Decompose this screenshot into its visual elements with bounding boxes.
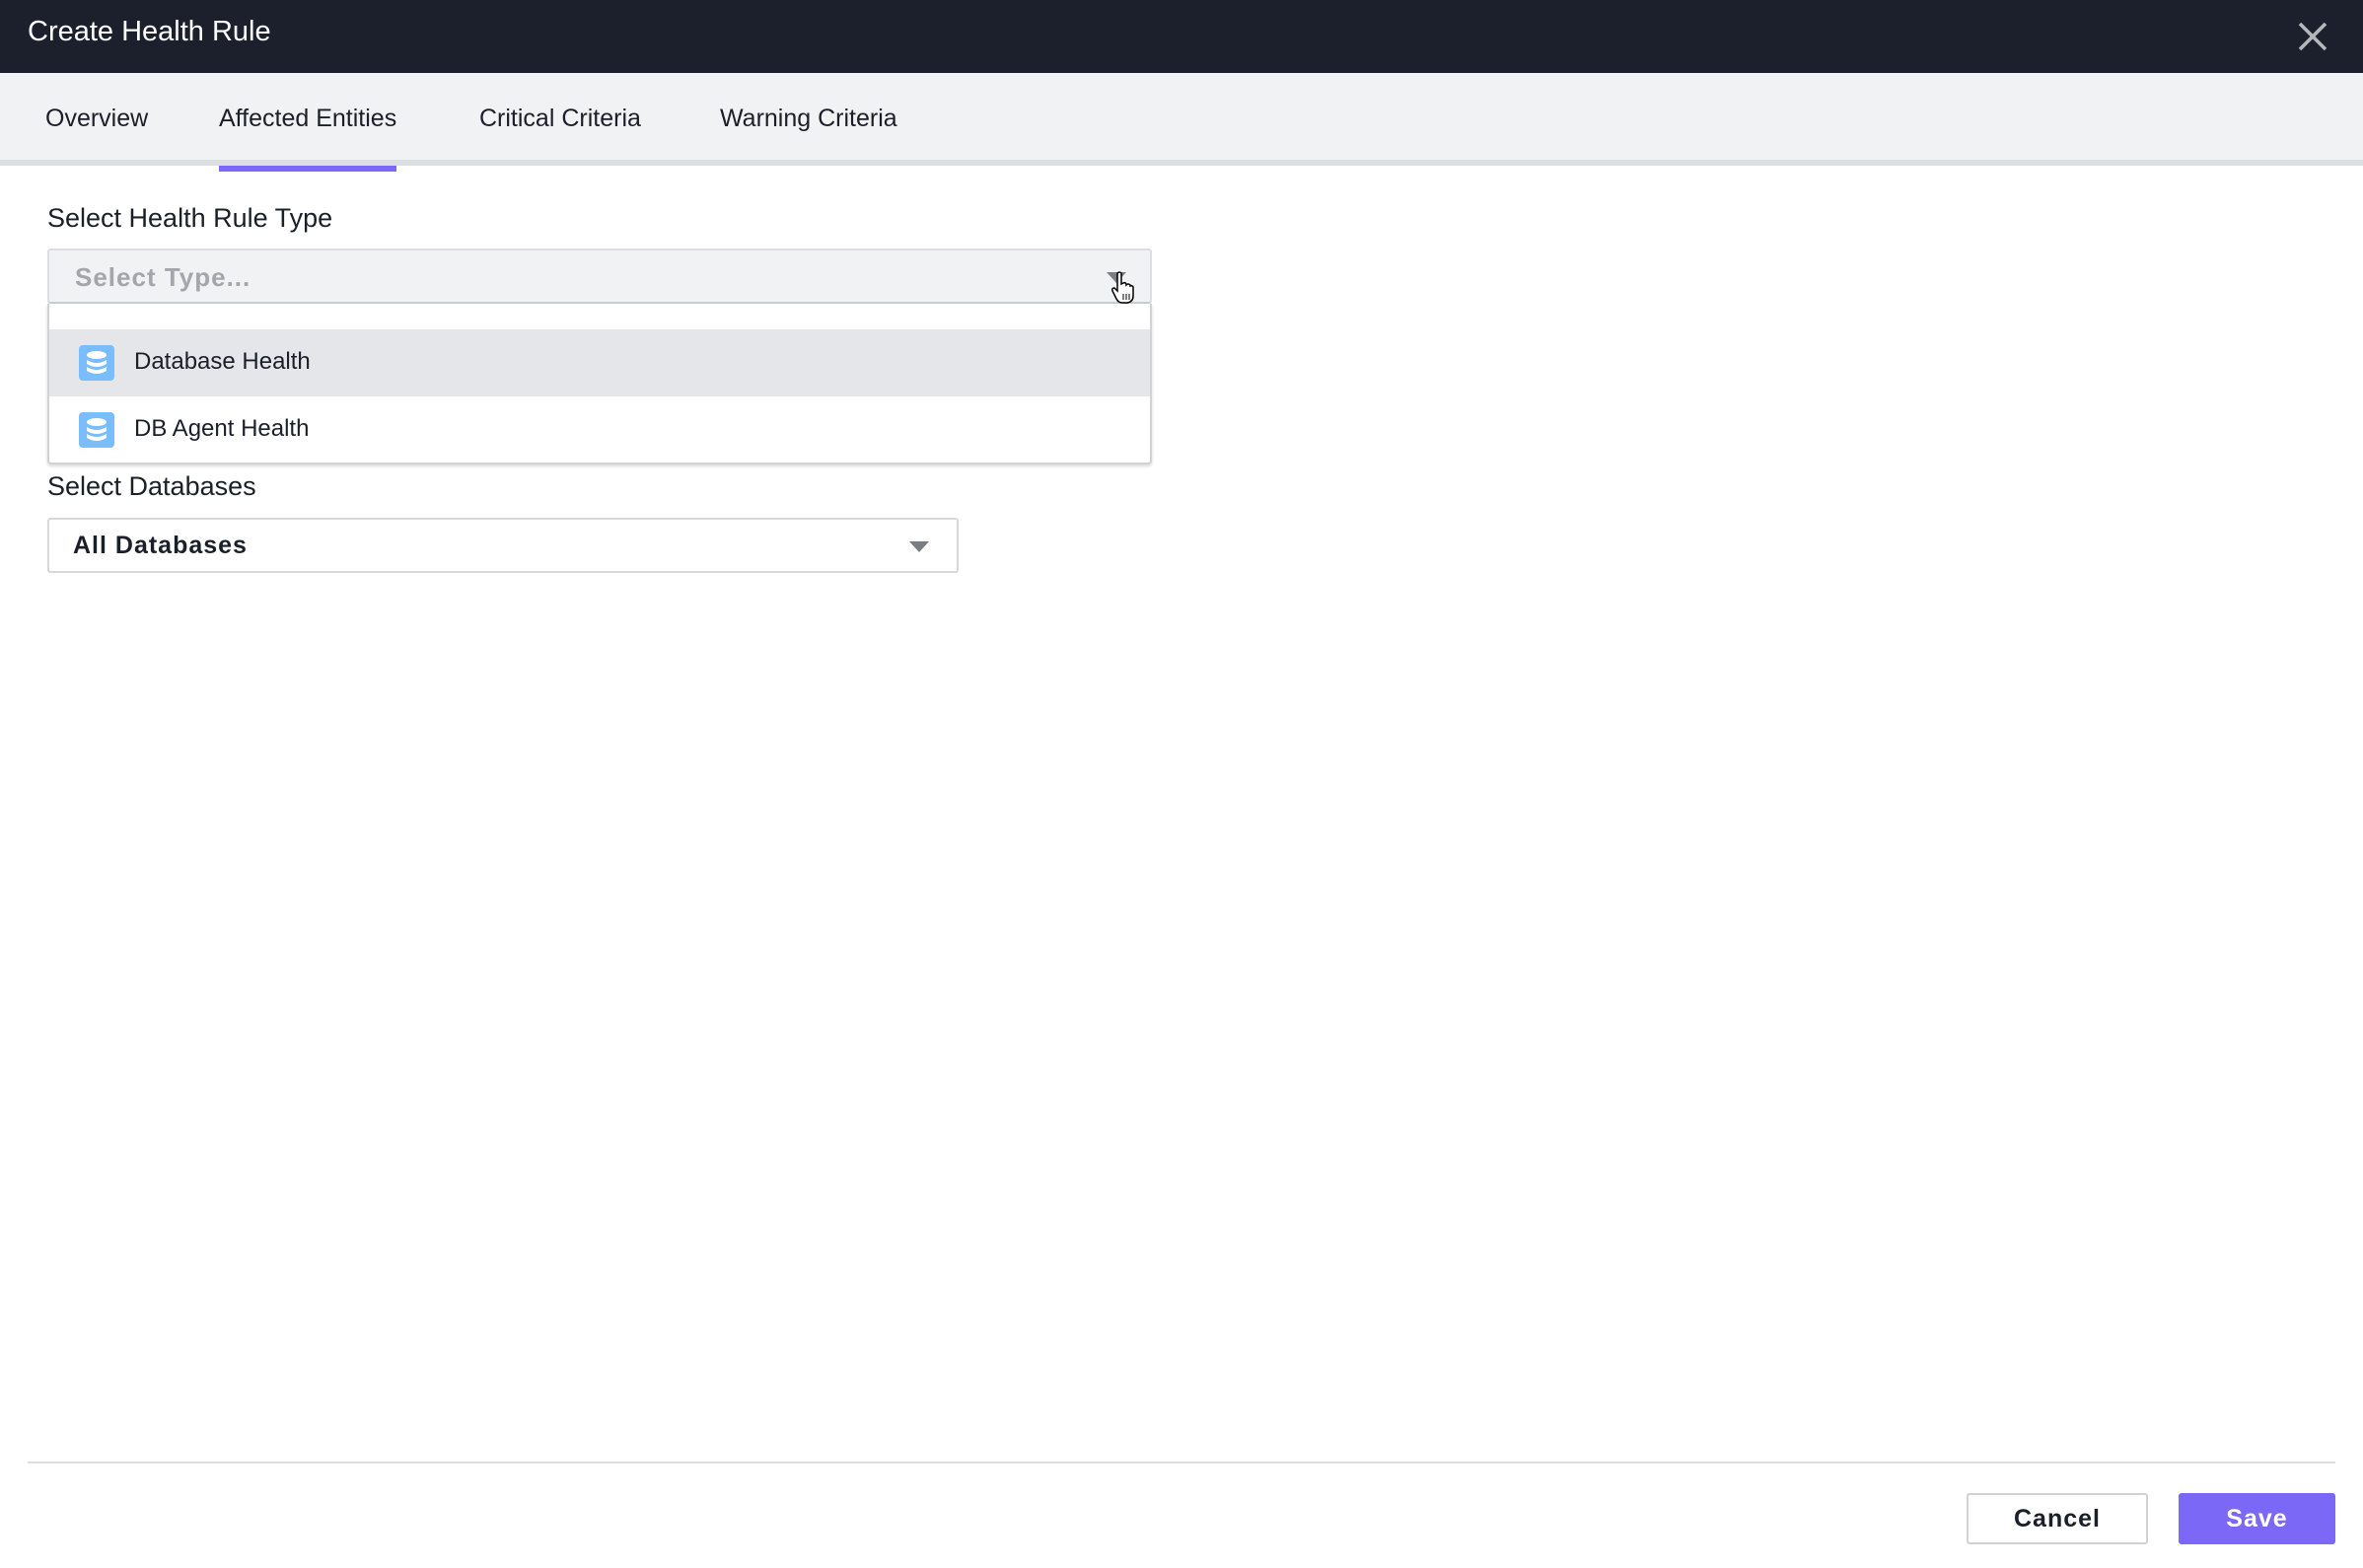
databases-value: All Databases bbox=[73, 532, 248, 559]
tab-critical-criteria[interactable]: Critical Criteria bbox=[479, 105, 641, 166]
close-button[interactable] bbox=[2296, 20, 2329, 53]
option-label: Database Health bbox=[134, 348, 311, 375]
tab-bar: Overview Affected Entities Critical Crit… bbox=[0, 73, 2363, 172]
close-icon bbox=[2298, 22, 2327, 51]
tab-affected-entities[interactable]: Affected Entities bbox=[219, 105, 397, 172]
database-icon bbox=[79, 412, 114, 448]
tab-overview[interactable]: Overview bbox=[45, 105, 148, 166]
save-button[interactable]: Save bbox=[2179, 1493, 2335, 1544]
option-label: DB Agent Health bbox=[134, 415, 310, 442]
databases-label: Select Databases bbox=[47, 471, 256, 501]
health-rule-type-select[interactable]: Select Type... bbox=[47, 249, 1152, 304]
dialog-title: Create Health Rule bbox=[28, 16, 271, 47]
cancel-button[interactable]: Cancel bbox=[1967, 1493, 2148, 1544]
database-icon bbox=[79, 345, 114, 381]
dialog-header: Create Health Rule bbox=[0, 0, 2363, 73]
chevron-down-icon bbox=[909, 541, 929, 552]
databases-select[interactable]: All Databases bbox=[47, 518, 959, 573]
footer-divider bbox=[28, 1461, 2335, 1463]
option-db-agent-health[interactable]: DB Agent Health bbox=[49, 396, 1150, 463]
option-database-health[interactable]: Database Health bbox=[49, 329, 1150, 396]
health-rule-type-dropdown: Database Health DB Agent Health bbox=[47, 304, 1152, 464]
tab-warning-criteria[interactable]: Warning Criteria bbox=[720, 105, 897, 166]
health-rule-type-label: Select Health Rule Type bbox=[47, 203, 333, 233]
hand-cursor-icon bbox=[1111, 271, 1134, 304]
health-rule-type-placeholder: Select Type... bbox=[75, 262, 251, 292]
